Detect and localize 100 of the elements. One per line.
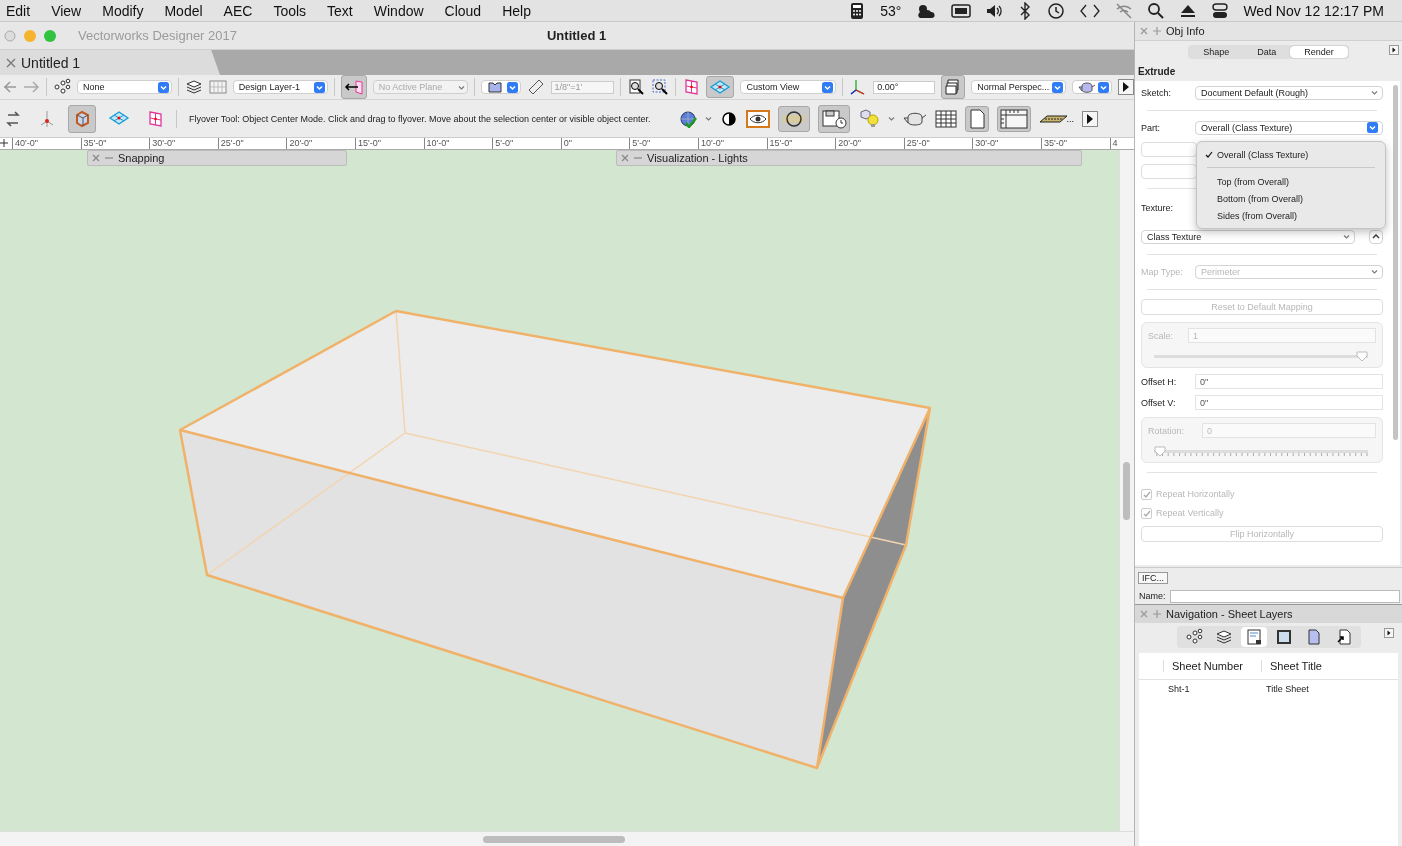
chevron-up-icon	[1372, 233, 1380, 241]
projection-dropdown[interactable]: Normal Perspec...	[971, 80, 1067, 94]
menu-item[interactable]: Tools	[273, 2, 307, 19]
save-clock-icon[interactable]	[820, 107, 847, 130]
layers-icon	[1214, 628, 1233, 646]
ground-plane-icon[interactable]	[709, 79, 732, 95]
menu-item[interactable]: Window	[373, 2, 424, 19]
play-button-icon[interactable]	[1118, 79, 1134, 95]
menu-item[interactable]: Text	[327, 2, 353, 19]
sheet-icon	[486, 79, 503, 95]
grid-icon[interactable]	[934, 108, 957, 129]
ruler-label: 15'-0"	[354, 138, 424, 149]
panel-tab[interactable]: Shape	[1189, 45, 1244, 58]
menu-item[interactable]: Edit	[6, 2, 31, 19]
ifc-button[interactable]: IFC...	[1138, 572, 1168, 585]
layer-dropdown[interactable]: Design Layer-1	[232, 80, 328, 94]
document-tab[interactable]: Untitled 1	[0, 50, 220, 75]
caret-icon	[506, 81, 518, 93]
menu-item[interactable]: Help	[502, 2, 531, 19]
menu-item[interactable]: Top (from Overall)	[1197, 173, 1385, 190]
ruler-icon[interactable]	[526, 78, 545, 96]
drawing-canvas[interactable]: Snapping Visualization - Lights	[0, 150, 1119, 831]
overflow-text: ...	[1066, 113, 1075, 124]
view-dropdown[interactable]: Custom View	[740, 80, 837, 94]
teapot-icon	[1078, 79, 1097, 95]
navigation-tab[interactable]	[1240, 627, 1267, 647]
field-label: Map Type:	[1141, 266, 1184, 277]
cycle-arrows-icon	[4, 109, 22, 128]
render-globe-icon[interactable]	[678, 109, 697, 128]
scrollbar[interactable]	[483, 836, 625, 843]
sketch-dropdown[interactable]: Document Default (Rough)	[1195, 85, 1383, 100]
close-icon[interactable]	[5, 56, 17, 69]
close-icon[interactable]	[92, 154, 100, 162]
sheet-view-dropdown[interactable]	[480, 80, 521, 94]
scrollbar[interactable]	[1393, 84, 1398, 440]
history-clock-icon[interactable]	[1047, 1, 1066, 20]
panel-tab[interactable]: Render	[1290, 45, 1348, 58]
close-icon[interactable]	[1140, 26, 1148, 35]
table-cell-text: Title Sheet	[1265, 684, 1310, 694]
class-dropdown[interactable]: None	[77, 80, 172, 94]
offset-v-field[interactable]: 0"	[1195, 395, 1383, 411]
texture-dropdown[interactable]: Class Texture	[1141, 229, 1355, 244]
viewport-icon	[1274, 628, 1293, 646]
menu-item[interactable]: Sides (from Overall)	[1197, 207, 1385, 224]
collapse-button[interactable]	[1369, 229, 1383, 244]
scrollbar[interactable]	[1123, 462, 1130, 520]
temperature-text: 53°	[880, 2, 902, 19]
menu-item[interactable]: Overall (Class Texture)	[1197, 146, 1385, 163]
caret-icon	[1367, 122, 1378, 134]
menu-item[interactable]: Model	[164, 2, 203, 19]
eye-icon[interactable]	[745, 108, 770, 129]
field-label: Texture:	[1141, 202, 1174, 213]
clock-text: Wed Nov 12 12:17 PM	[1243, 2, 1384, 19]
palette-title-bar[interactable]: Visualization - Lights	[616, 150, 1082, 166]
hierarchy-icon	[1184, 628, 1203, 646]
mode-button[interactable]	[68, 104, 96, 133]
toggle-icon[interactable]	[1211, 1, 1230, 20]
ruler-label: 10'-0"	[697, 138, 767, 149]
play-button-icon[interactable]	[1082, 110, 1099, 127]
window-title: Untitled 1	[547, 28, 607, 43]
page-icon[interactable]	[967, 108, 986, 129]
palette-title-bar[interactable]: Snapping	[87, 150, 347, 166]
offset-h-field[interactable]: 0"	[1195, 374, 1383, 390]
play-button-icon[interactable]	[1389, 44, 1399, 55]
zoom-selection-icon[interactable]	[651, 78, 670, 96]
close-icon[interactable]	[621, 154, 629, 162]
column-header[interactable]: Sheet Number	[1163, 660, 1261, 672]
hierarchy-icon[interactable]	[53, 78, 71, 96]
panel-title: Obj Info	[1166, 24, 1205, 37]
part-dropdown[interactable]: Overall (Class Texture)	[1195, 120, 1383, 135]
play-button-icon[interactable]	[1384, 628, 1394, 638]
checkbox-label: Repeat Vertically	[1156, 508, 1224, 519]
contrast-icon[interactable]	[719, 109, 738, 128]
working-plane-icon[interactable]	[343, 78, 364, 96]
sheet-layer-icon	[1244, 628, 1263, 646]
search-icon[interactable]	[1147, 1, 1166, 20]
zoom-page-icon[interactable]	[627, 78, 646, 96]
column-header[interactable]: Sheet Title	[1261, 660, 1398, 672]
menu-item[interactable]: View	[51, 2, 82, 19]
menu-item[interactable]: Cloud	[444, 2, 482, 19]
ruler-label: 35'-0"	[80, 138, 150, 149]
menu-item[interactable]: AEC	[223, 2, 253, 19]
wifi-off-icon[interactable]	[1115, 1, 1134, 20]
menu-item[interactable]: Bottom (from Overall)	[1197, 190, 1385, 207]
render-mode-dropdown[interactable]	[1072, 80, 1112, 94]
display-icon[interactable]	[951, 1, 972, 20]
ruler-label: 5'-0"	[492, 138, 561, 149]
caret-icon	[822, 81, 834, 93]
grid-plane-icon[interactable]	[682, 78, 701, 96]
ruler-corner-icon[interactable]	[999, 108, 1028, 129]
caret-icon	[1371, 89, 1378, 97]
menu-item[interactable]: Modify	[102, 2, 144, 19]
rotation-field[interactable]: 0.00°	[873, 80, 936, 94]
light-bulb-icon[interactable]	[857, 108, 880, 129]
name-field[interactable]	[1169, 589, 1400, 603]
ruler-label: 15'-0"	[766, 138, 836, 149]
layers-icon[interactable]	[184, 78, 203, 96]
window-dot-icon[interactable]	[4, 29, 16, 42]
ruler-label: 5'-0"	[629, 138, 698, 149]
panel-tab[interactable]: Data	[1243, 45, 1291, 58]
